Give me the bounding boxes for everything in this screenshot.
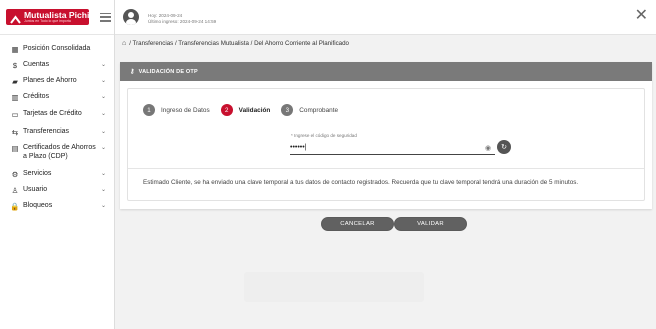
sidebar-item-label: Certificados de Ahorros a Plazo (CDP) <box>23 144 96 160</box>
chevron-down-icon: ⌄ <box>100 94 106 100</box>
step-validacion: 2 Validación <box>220 104 271 116</box>
stepper: 1 Ingreso de Datos 2 Validación 3 Compro… <box>143 104 349 116</box>
chevron-down-icon: ⌄ <box>100 62 106 68</box>
chevron-down-icon: ⌄ <box>100 78 106 84</box>
eye-icon[interactable]: ◉ <box>485 144 491 152</box>
cancel-button[interactable]: CANCELAR <box>321 217 394 231</box>
close-icon[interactable]: ✕ <box>635 8 648 24</box>
hamburger-menu-icon[interactable] <box>100 12 111 22</box>
step-label: Validación <box>238 106 271 114</box>
brand-bar: Mutualista Pichincha Juntos en Todo lo q… <box>0 0 114 35</box>
sidebar-item-transferencias[interactable]: ⇆ Transferencias ⌄ <box>0 125 114 143</box>
card-header: ⚷ VALIDACIÓN DE OTP <box>120 62 652 81</box>
grid-icon: ▦ <box>11 45 19 54</box>
home-icon[interactable]: ⌂ <box>122 40 126 47</box>
mutualista-logo[interactable]: Mutualista Pichincha Juntos en Todo lo q… <box>6 9 109 25</box>
chevron-down-icon: ⌄ <box>100 129 106 135</box>
otp-input[interactable]: ••••••| <box>290 143 495 155</box>
step-ingreso-de-datos: 1 Ingreso de Datos <box>143 104 210 116</box>
card-title: VALIDACIÓN DE OTP <box>138 68 198 75</box>
chevron-down-icon: ⌄ <box>100 145 106 151</box>
sidebar-menu: ▦ Posición Consolidada $ Cuentas ⌄ ▰ Pla… <box>0 35 114 215</box>
refresh-code-button[interactable]: ↻ <box>497 140 511 154</box>
sidebar-item-bloqueos[interactable]: 🔒 Bloqueos ⌄ <box>0 199 114 215</box>
user-icon: ♙ <box>11 186 19 195</box>
logo-mark-icon <box>10 12 21 24</box>
sidebar-item-posicion-consolidada[interactable]: ▦ Posición Consolidada <box>0 40 114 56</box>
logo-tagline: Juntos en Todo lo que importa <box>24 18 71 23</box>
sidebar-item-label: Créditos <box>23 93 50 100</box>
services-icon: ⚙ <box>11 170 19 179</box>
step-label: Ingreso de Datos <box>161 106 210 114</box>
sidebar-item-label: Planes de Ahorro <box>23 77 77 84</box>
sidebar-item-servicios[interactable]: ⚙ Servicios ⌄ <box>0 167 114 183</box>
piggy-bank-icon: ▰ <box>12 77 18 86</box>
otp-info-message: Estimado Cliente, se ha enviado una clav… <box>143 179 579 186</box>
card-body: 1 Ingreso de Datos 2 Validación 3 Compro… <box>127 88 645 201</box>
sidebar: Mutualista Pichincha Juntos en Todo lo q… <box>0 0 115 329</box>
sidebar-item-planes-de-ahorro[interactable]: ▰ Planes de Ahorro ⌄ <box>0 74 114 90</box>
breadcrumb: ⌂ / Transferencias / Transferencias Mutu… <box>122 38 349 48</box>
sidebar-item-label: Transferencias <box>23 128 70 135</box>
sidebar-item-label: Tarjetas de Crédito <box>23 110 82 117</box>
avatar-icon[interactable] <box>123 9 139 25</box>
sidebar-item-cuentas[interactable]: $ Cuentas ⌄ <box>0 56 114 74</box>
chevron-down-icon: ⌄ <box>100 187 106 193</box>
otp-field-label: * Ingrese el código de seguridad <box>291 133 357 138</box>
top-header: Hoy: 2024-09-24 Último ingreso: 2024-09-… <box>115 0 656 35</box>
breadcrumb-path: / Transferencias / Transferencias Mutual… <box>129 39 349 47</box>
step-label: Comprobante <box>299 106 339 114</box>
sidebar-item-label: Bloqueos <box>23 202 53 209</box>
sidebar-item-certificados[interactable]: ▤ Certificados de Ahorros a Plazo (CDP) … <box>0 143 114 167</box>
credit-card-icon: ▭ <box>11 110 19 119</box>
login-last: Último ingreso: 2024-09-24 14:59 <box>148 18 217 24</box>
sidebar-item-label: Cuentas <box>23 61 50 68</box>
faded-overlay-bar <box>244 272 424 302</box>
divider <box>128 168 644 169</box>
sidebar-item-tarjetas[interactable]: ▭ Tarjetas de Crédito ⌄ <box>0 107 114 125</box>
login-info: Hoy: 2024-09-24 Último ingreso: 2024-09-… <box>148 13 216 25</box>
sidebar-item-label: Posición Consolidada <box>23 45 91 52</box>
sidebar-item-usuario[interactable]: ♙ Usuario ⌄ <box>0 183 114 199</box>
bank-icon: ▥ <box>11 93 19 102</box>
chevron-down-icon: ⌄ <box>100 111 106 117</box>
chevron-down-icon: ⌄ <box>100 171 106 177</box>
transfer-icon: ⇆ <box>11 128 19 137</box>
step-comprobante: 3 Comprobante <box>281 104 338 116</box>
otp-card: ⚷ VALIDACIÓN DE OTP 1 Ingreso de Datos 2… <box>120 62 652 209</box>
lock-icon: 🔒 <box>10 202 20 211</box>
sidebar-item-label: Usuario <box>23 186 48 193</box>
step-number: 1 <box>143 104 155 116</box>
validate-button[interactable]: VALIDAR <box>394 217 467 231</box>
key-icon: ⚷ <box>130 69 135 75</box>
step-number: 3 <box>281 104 294 116</box>
dollar-icon: $ <box>12 61 18 70</box>
sidebar-item-label: Servicios <box>23 170 52 177</box>
step-number: 2 <box>220 104 233 116</box>
sidebar-item-creditos[interactable]: ▥ Créditos ⌄ <box>0 90 114 107</box>
chevron-down-icon: ⌄ <box>100 203 106 209</box>
refresh-icon: ↻ <box>501 144 507 151</box>
certificate-icon: ▤ <box>11 144 19 153</box>
